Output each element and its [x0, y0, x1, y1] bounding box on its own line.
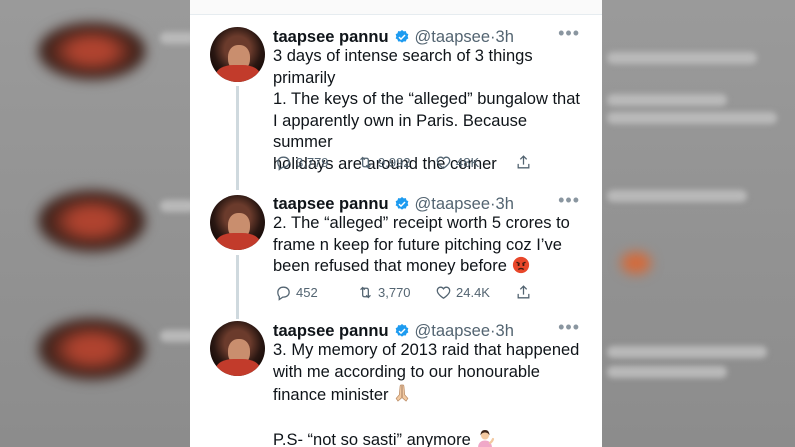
blurred-text: [607, 366, 727, 378]
retweet-count: 3,770: [378, 285, 411, 300]
share-icon: [517, 155, 530, 169]
thread-line: [236, 255, 239, 319]
retweet-button[interactable]: 3,770: [357, 284, 435, 301]
blurred-text: [607, 190, 747, 202]
like-count: 48K: [456, 155, 480, 170]
thread-line: [236, 86, 239, 190]
blurred-text: [607, 346, 767, 358]
blurred-emoji: [621, 252, 651, 274]
tweet-line: with me according to our honourable: [273, 362, 540, 381]
tweet-line: primarily: [273, 68, 336, 87]
share-icon: [517, 285, 530, 299]
tweet-line: 2. The “alleged” receipt worth 5 crores …: [273, 214, 570, 232]
share-button[interactable]: [515, 284, 536, 301]
like-button[interactable]: 48K: [435, 154, 515, 171]
reply-button[interactable]: 3,779: [275, 154, 357, 171]
more-options-icon[interactable]: •••: [558, 24, 580, 42]
retweet-count: 9,992: [378, 155, 411, 170]
tweet-line: P.S- “not so sasti” anymore: [273, 428, 591, 447]
tweet-header: taapsee pannu @taapsee · 3h: [273, 320, 514, 342]
display-name[interactable]: taapsee pannu: [273, 28, 389, 47]
top-divider: [190, 0, 602, 15]
display-name[interactable]: taapsee pannu: [273, 195, 389, 214]
tweet-text: 3. My memory of 2013 raid that happened …: [273, 340, 591, 447]
blurred-avatar: [38, 22, 146, 80]
heart-icon: [436, 156, 451, 169]
person-tipping-hand-emoji: [478, 430, 495, 447]
timestamp[interactable]: 3h: [496, 195, 514, 214]
handle[interactable]: @taapsee: [415, 28, 490, 47]
tweet-line-text: been refused that money before: [273, 257, 507, 275]
tweet-line: 3. My memory of 2013 raid that happened: [273, 341, 580, 359]
blurred-text: [607, 52, 757, 64]
timestamp[interactable]: 3h: [496, 28, 514, 47]
tweet-line: been refused that money before: [273, 256, 591, 278]
reply-button[interactable]: 452: [275, 284, 357, 301]
retweet-icon: [360, 286, 371, 299]
tweet-header: taapsee pannu @taapsee · 3h: [273, 26, 514, 48]
timestamp[interactable]: 3h: [496, 322, 514, 341]
verified-badge-icon: [395, 30, 408, 43]
tweet-header: taapsee pannu @taapsee · 3h: [273, 193, 514, 215]
tweet-line-text: finance minister: [273, 386, 389, 404]
verified-badge-icon: [395, 324, 408, 337]
more-options-icon[interactable]: •••: [558, 318, 580, 336]
tweet-text: 2. The “alleged” receipt worth 5 crores …: [273, 213, 591, 278]
retweet-button[interactable]: 9,992: [357, 154, 435, 171]
angry-face-emoji: [512, 256, 529, 274]
blurred-text: [607, 94, 727, 106]
reply-count: 452: [296, 285, 318, 300]
blurred-avatar: [38, 190, 146, 252]
blurred-avatar: [38, 318, 146, 380]
tweet-thread-panel: taapsee pannu @taapsee · 3h ••• 3 days o…: [190, 0, 602, 447]
tweet-line-text: P.S- “not so sasti” anymore: [273, 431, 471, 447]
tweet-line: finance minister: [273, 383, 591, 407]
like-count: 24.4K: [456, 285, 490, 300]
avatar[interactable]: [210, 27, 265, 82]
tweet-line: frame n keep for future pitching coz I’v…: [273, 235, 562, 254]
handle[interactable]: @taapsee: [415, 195, 490, 214]
like-button[interactable]: 24.4K: [435, 284, 515, 301]
blurred-text: [607, 112, 777, 124]
verified-badge-icon: [395, 197, 408, 210]
avatar[interactable]: [210, 195, 265, 250]
tweet-line: 1. The keys of the “alleged” bungalow th…: [273, 90, 580, 108]
tweet-line: I apparently own in Paris. Because summe…: [273, 111, 528, 152]
action-bar: 452 3,770 24.4K: [275, 284, 536, 301]
reply-count: 3,779: [296, 155, 329, 170]
tweet-line: 3 days of intense search of 3 things: [273, 47, 533, 65]
reply-icon: [277, 156, 290, 171]
heart-icon: [436, 286, 451, 299]
more-options-icon[interactable]: •••: [558, 191, 580, 209]
share-button[interactable]: [515, 154, 536, 171]
backdrop-left: [0, 0, 200, 447]
backdrop-right: [599, 0, 795, 447]
folded-hands-emoji: [395, 384, 409, 402]
display-name[interactable]: taapsee pannu: [273, 322, 389, 341]
reply-icon: [277, 286, 290, 301]
handle[interactable]: @taapsee: [415, 322, 490, 341]
retweet-icon: [360, 156, 371, 169]
avatar[interactable]: [210, 321, 265, 376]
action-bar: 3,779 9,992 48K: [275, 154, 536, 171]
